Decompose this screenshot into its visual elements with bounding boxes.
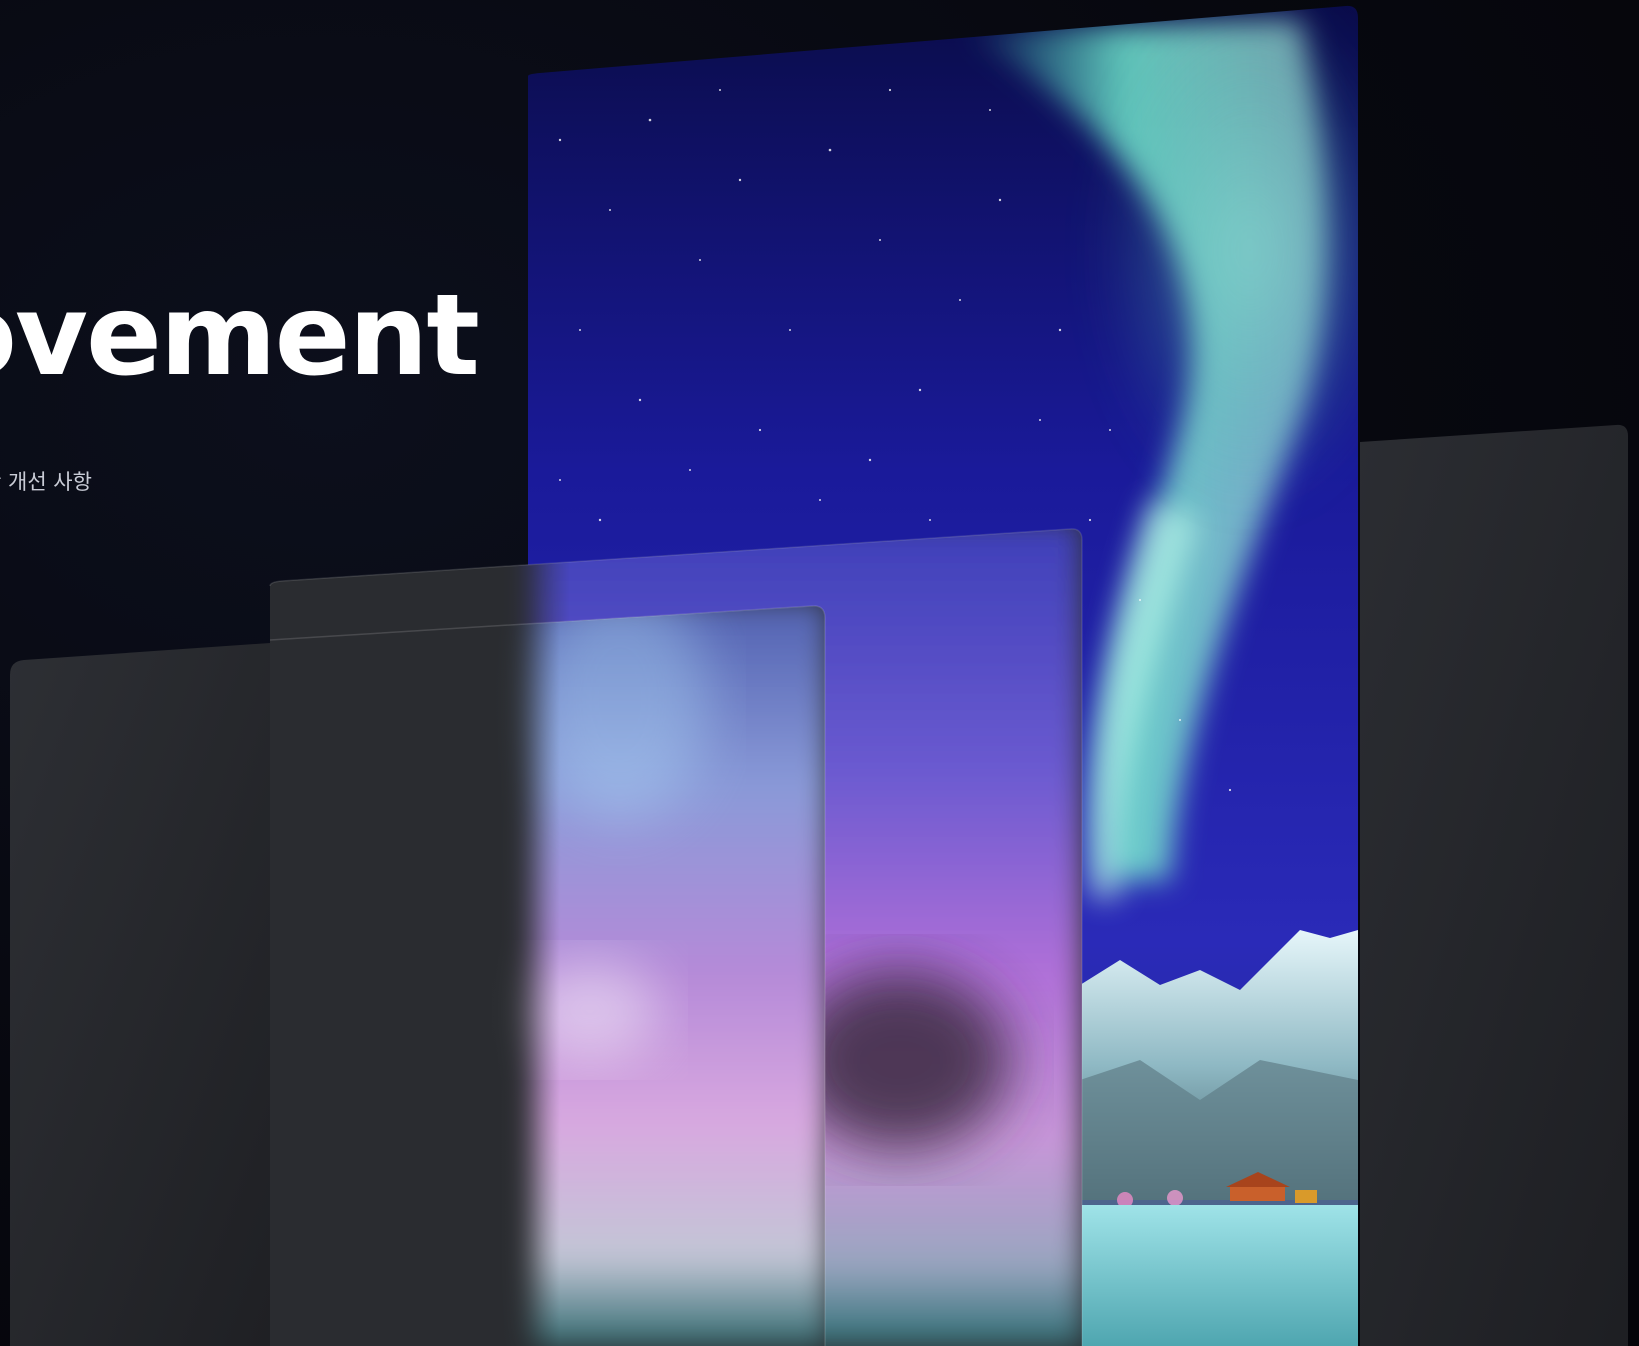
left-gray-panel	[10, 643, 270, 1346]
front-frosted-panel	[269, 605, 826, 1346]
hero-stage: ovement 안 개선 사항	[0, 0, 1639, 1346]
panel-scene	[10, 5, 1628, 1346]
far-right-gray-panel	[1360, 424, 1628, 1346]
